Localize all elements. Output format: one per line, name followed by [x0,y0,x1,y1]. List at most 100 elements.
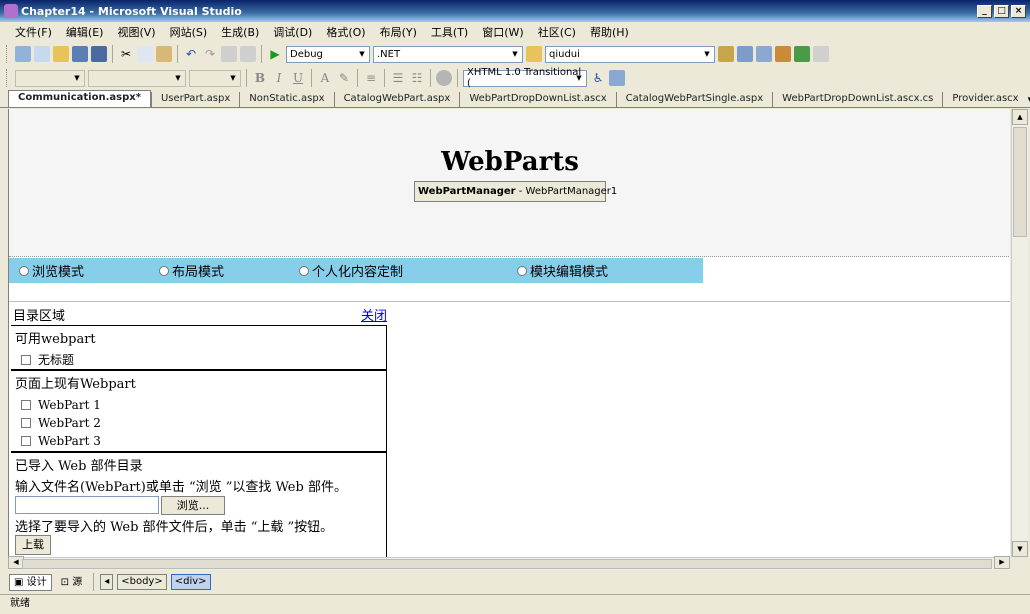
solution-explorer-icon[interactable] [718,46,734,62]
paste-icon[interactable] [156,46,172,62]
check-accessibility-icon[interactable]: ♿ [590,70,606,86]
list-item[interactable]: WebPart 2 [21,416,101,430]
mode-browse-label: 浏览模式 [32,265,85,280]
mode-browse[interactable]: 浏览模式 [19,261,84,280]
save-all-icon[interactable] [91,46,107,62]
hyperlink-icon[interactable] [436,70,452,86]
file-path-input[interactable] [15,496,159,514]
tab-provider[interactable]: Provider.ascx [942,92,1027,107]
bulleted-list-icon[interactable]: ☷ [409,70,425,86]
list-item[interactable]: 无标题 [21,351,74,368]
mode-personalize[interactable]: 个人化内容定制 [299,261,403,280]
breadcrumb-div[interactable]: <div> [170,574,211,590]
radio-icon[interactable] [299,265,309,276]
menu-window[interactable]: 窗口(W) [475,24,530,40]
scroll-up-icon[interactable]: ▲ [1012,109,1028,125]
horizontal-scrollbar[interactable]: ◀ ▶ [8,556,1010,570]
mode-edit[interactable]: 模块编辑模式 [517,261,608,280]
mode-edit-label: 模块编辑模式 [530,265,609,280]
solution-config-value: Debug [290,48,323,60]
menu-community[interactable]: 社区(C) [531,24,583,40]
mode-layout[interactable]: 布局模式 [159,261,224,280]
design-view-button[interactable]: ▣ 设计 [9,573,52,591]
copy-icon[interactable] [137,46,153,62]
validation-icon[interactable] [609,70,625,86]
menu-format[interactable]: 格式(O) [319,24,372,40]
vertical-scrollbar[interactable]: ▲ ▼ [1011,109,1028,557]
radio-icon[interactable] [517,265,527,276]
start-debug-icon[interactable]: ▶ [267,46,283,62]
horizontal-scroll-thumb[interactable] [22,559,992,569]
vertical-scroll-thumb[interactable] [1013,127,1027,237]
tab-catalogwebpartsingle[interactable]: CatalogWebPartSingle.aspx [615,92,772,107]
checkbox[interactable] [21,354,31,365]
numbered-list-icon[interactable]: ☰ [390,70,406,86]
list-item[interactable]: WebPart 3 [21,434,101,448]
bold-icon[interactable]: B [252,70,268,86]
checkbox[interactable] [21,400,31,410]
browse-button[interactable]: 浏览... [161,496,225,515]
checkbox[interactable] [21,436,31,446]
platform-select[interactable]: .NET ▼ [373,45,523,63]
italic-icon[interactable]: I [271,70,287,86]
font-size-select[interactable]: ▼ [189,69,241,87]
menu-build[interactable]: 生成(B) [214,24,266,40]
maximize-button[interactable]: □ [994,4,1009,18]
menu-debug[interactable]: 调试(D) [266,24,319,40]
checkbox[interactable] [21,418,31,428]
tab-nonstatic[interactable]: NonStatic.aspx [239,92,333,107]
window-list-icon[interactable] [813,46,829,62]
menu-file[interactable]: 文件(F) [8,24,59,40]
doctype-select[interactable]: XHTML 1.0 Transitional ( ▼ [463,67,587,89]
menu-view[interactable]: 视图(V) [110,24,162,40]
tab-userpart[interactable]: UserPart.aspx [150,92,239,107]
minimize-button[interactable]: _ [977,4,992,18]
properties-icon[interactable] [737,46,753,62]
find-in-files-icon[interactable] [526,46,542,62]
object-browser-icon[interactable] [756,46,772,62]
underline-icon[interactable]: U [290,70,306,86]
highlight-icon[interactable]: ✎ [336,70,352,86]
toolbar-grip[interactable] [6,45,9,63]
radio-icon[interactable] [19,265,29,276]
start-page-icon[interactable] [794,46,810,62]
webpart-manager-control[interactable]: WebPartManager - WebPartManager1 [414,181,617,202]
close-button[interactable]: × [1011,4,1026,18]
tab-catalogwebpart[interactable]: CatalogWebPart.aspx [333,92,460,107]
menu-website[interactable]: 网站(S) [163,24,215,40]
tab-webpartdropdownlist-cs[interactable]: WebPartDropDownList.ascx.cs [772,92,942,107]
add-item-icon[interactable] [34,46,50,62]
navigate-forward-icon[interactable] [240,46,256,62]
new-project-icon[interactable] [15,46,31,62]
radio-icon[interactable] [159,265,169,276]
block-format-select[interactable]: ▼ [15,69,85,87]
menu-layout[interactable]: 布局(Y) [373,24,424,40]
catalog-close-link[interactable]: 关闭 [361,305,387,324]
align-icon[interactable]: ≡ [363,70,379,86]
font-name-select[interactable]: ▼ [88,69,186,87]
open-folder-icon[interactable] [53,46,69,62]
scroll-right-icon[interactable]: ▶ [994,556,1010,569]
menu-help[interactable]: 帮助(H) [583,24,636,40]
cut-icon[interactable]: ✂ [118,46,134,62]
tab-webpartdropdownlist[interactable]: WebPartDropDownList.ascx [459,92,615,107]
source-view-button[interactable]: ⊡ 源 [56,574,88,591]
list-item[interactable]: WebPart 1 [21,398,101,412]
save-icon[interactable] [72,46,88,62]
crumb-back-icon[interactable]: ◂ [100,574,114,590]
toolbar-grip[interactable] [6,69,9,87]
find-combo[interactable]: qiudui ▼ [545,45,715,63]
breadcrumb-body[interactable]: <body> [117,574,167,590]
upload-button[interactable]: 上载 [15,535,51,555]
menu-edit[interactable]: 编辑(E) [59,24,111,40]
tab-communication[interactable]: Communication.aspx* [8,90,151,107]
solution-config-select[interactable]: Debug ▼ [286,45,370,63]
redo-icon[interactable]: ↷ [202,46,218,62]
font-color-icon[interactable]: A [317,70,333,86]
scroll-down-icon[interactable]: ▼ [1012,541,1028,557]
menu-tools[interactable]: 工具(T) [424,24,475,40]
toolbox-icon[interactable] [775,46,791,62]
navigate-back-icon[interactable] [221,46,237,62]
design-surface[interactable]: WebParts WebPartManager - WebPartManager… [8,109,1010,557]
undo-icon[interactable]: ↶ [183,46,199,62]
